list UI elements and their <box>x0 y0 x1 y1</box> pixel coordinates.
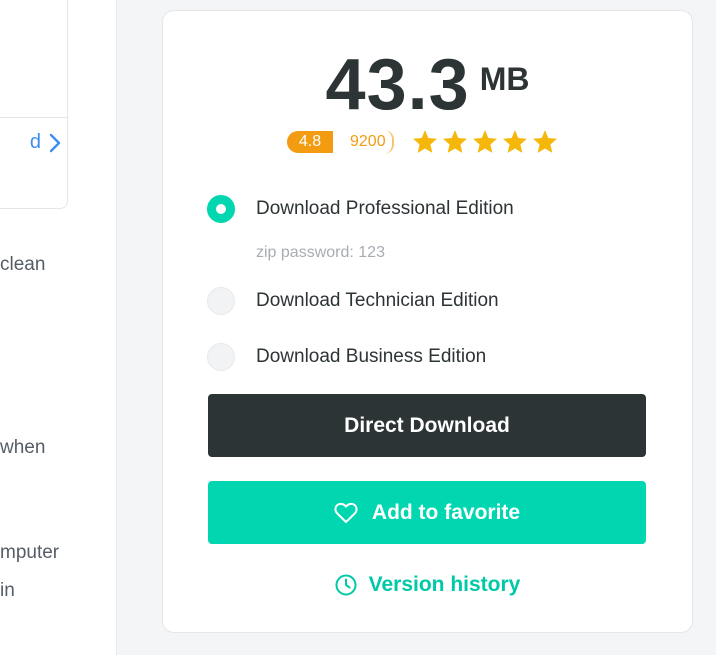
option-professional-edition[interactable]: Download Professional Edition <box>207 195 514 223</box>
star-icon <box>412 129 438 154</box>
version-history-link[interactable]: Version history <box>163 573 692 597</box>
left-snippet: when <box>0 437 46 458</box>
zip-password-note: zip password: 123 <box>256 244 385 261</box>
star-icon <box>532 129 558 154</box>
chevron-right-icon <box>49 133 61 153</box>
left-snippet: mputer <box>0 542 60 563</box>
more-link-label: d <box>29 131 41 153</box>
rating-count: 9200 <box>333 129 394 154</box>
star-icon <box>472 129 498 154</box>
option-label: Download Professional Edition <box>256 198 514 219</box>
option-label: Download Business Edition <box>256 346 487 367</box>
left-snippet: in <box>0 580 15 601</box>
download-card: 43.3 MB 4.8 9200 Download Professional E… <box>162 10 693 633</box>
rating: 4.8 9200 <box>287 129 558 154</box>
option-technician-edition[interactable]: Download Technician Edition <box>207 287 499 315</box>
option-label: Download Technician Edition <box>256 290 499 311</box>
radio-unselected[interactable] <box>207 287 235 315</box>
page: d clean when mputer in 43.3 MB 4.8 9200 <box>0 0 716 655</box>
file-size-value: 43.3 <box>325 45 470 125</box>
rating-score-badge: 4.8 <box>287 130 333 153</box>
option-business-edition[interactable]: Download Business Edition <box>207 343 486 371</box>
direct-download-label: Direct Download <box>344 413 510 437</box>
rating-stars <box>412 129 558 154</box>
add-to-favorite-label: Add to favorite <box>371 500 521 524</box>
more-link[interactable]: d <box>30 131 61 154</box>
radio-selected[interactable] <box>207 195 235 223</box>
left-column: d clean when mputer in <box>0 0 117 655</box>
version-history-label: Version history <box>368 573 521 596</box>
file-size-unit: MB <box>479 61 530 97</box>
direct-download-button[interactable]: Direct Download <box>208 394 646 457</box>
file-size: 43.3 MB <box>163 49 692 121</box>
star-icon <box>442 129 468 154</box>
star-icon <box>502 129 528 154</box>
radio-unselected[interactable] <box>207 343 235 371</box>
clock-icon <box>335 574 357 596</box>
left-card: d <box>0 0 68 209</box>
add-to-favorite-button[interactable]: Add to favorite <box>208 481 646 544</box>
card-divider <box>0 117 67 118</box>
left-snippet: clean <box>0 254 46 275</box>
heart-icon <box>334 502 358 524</box>
